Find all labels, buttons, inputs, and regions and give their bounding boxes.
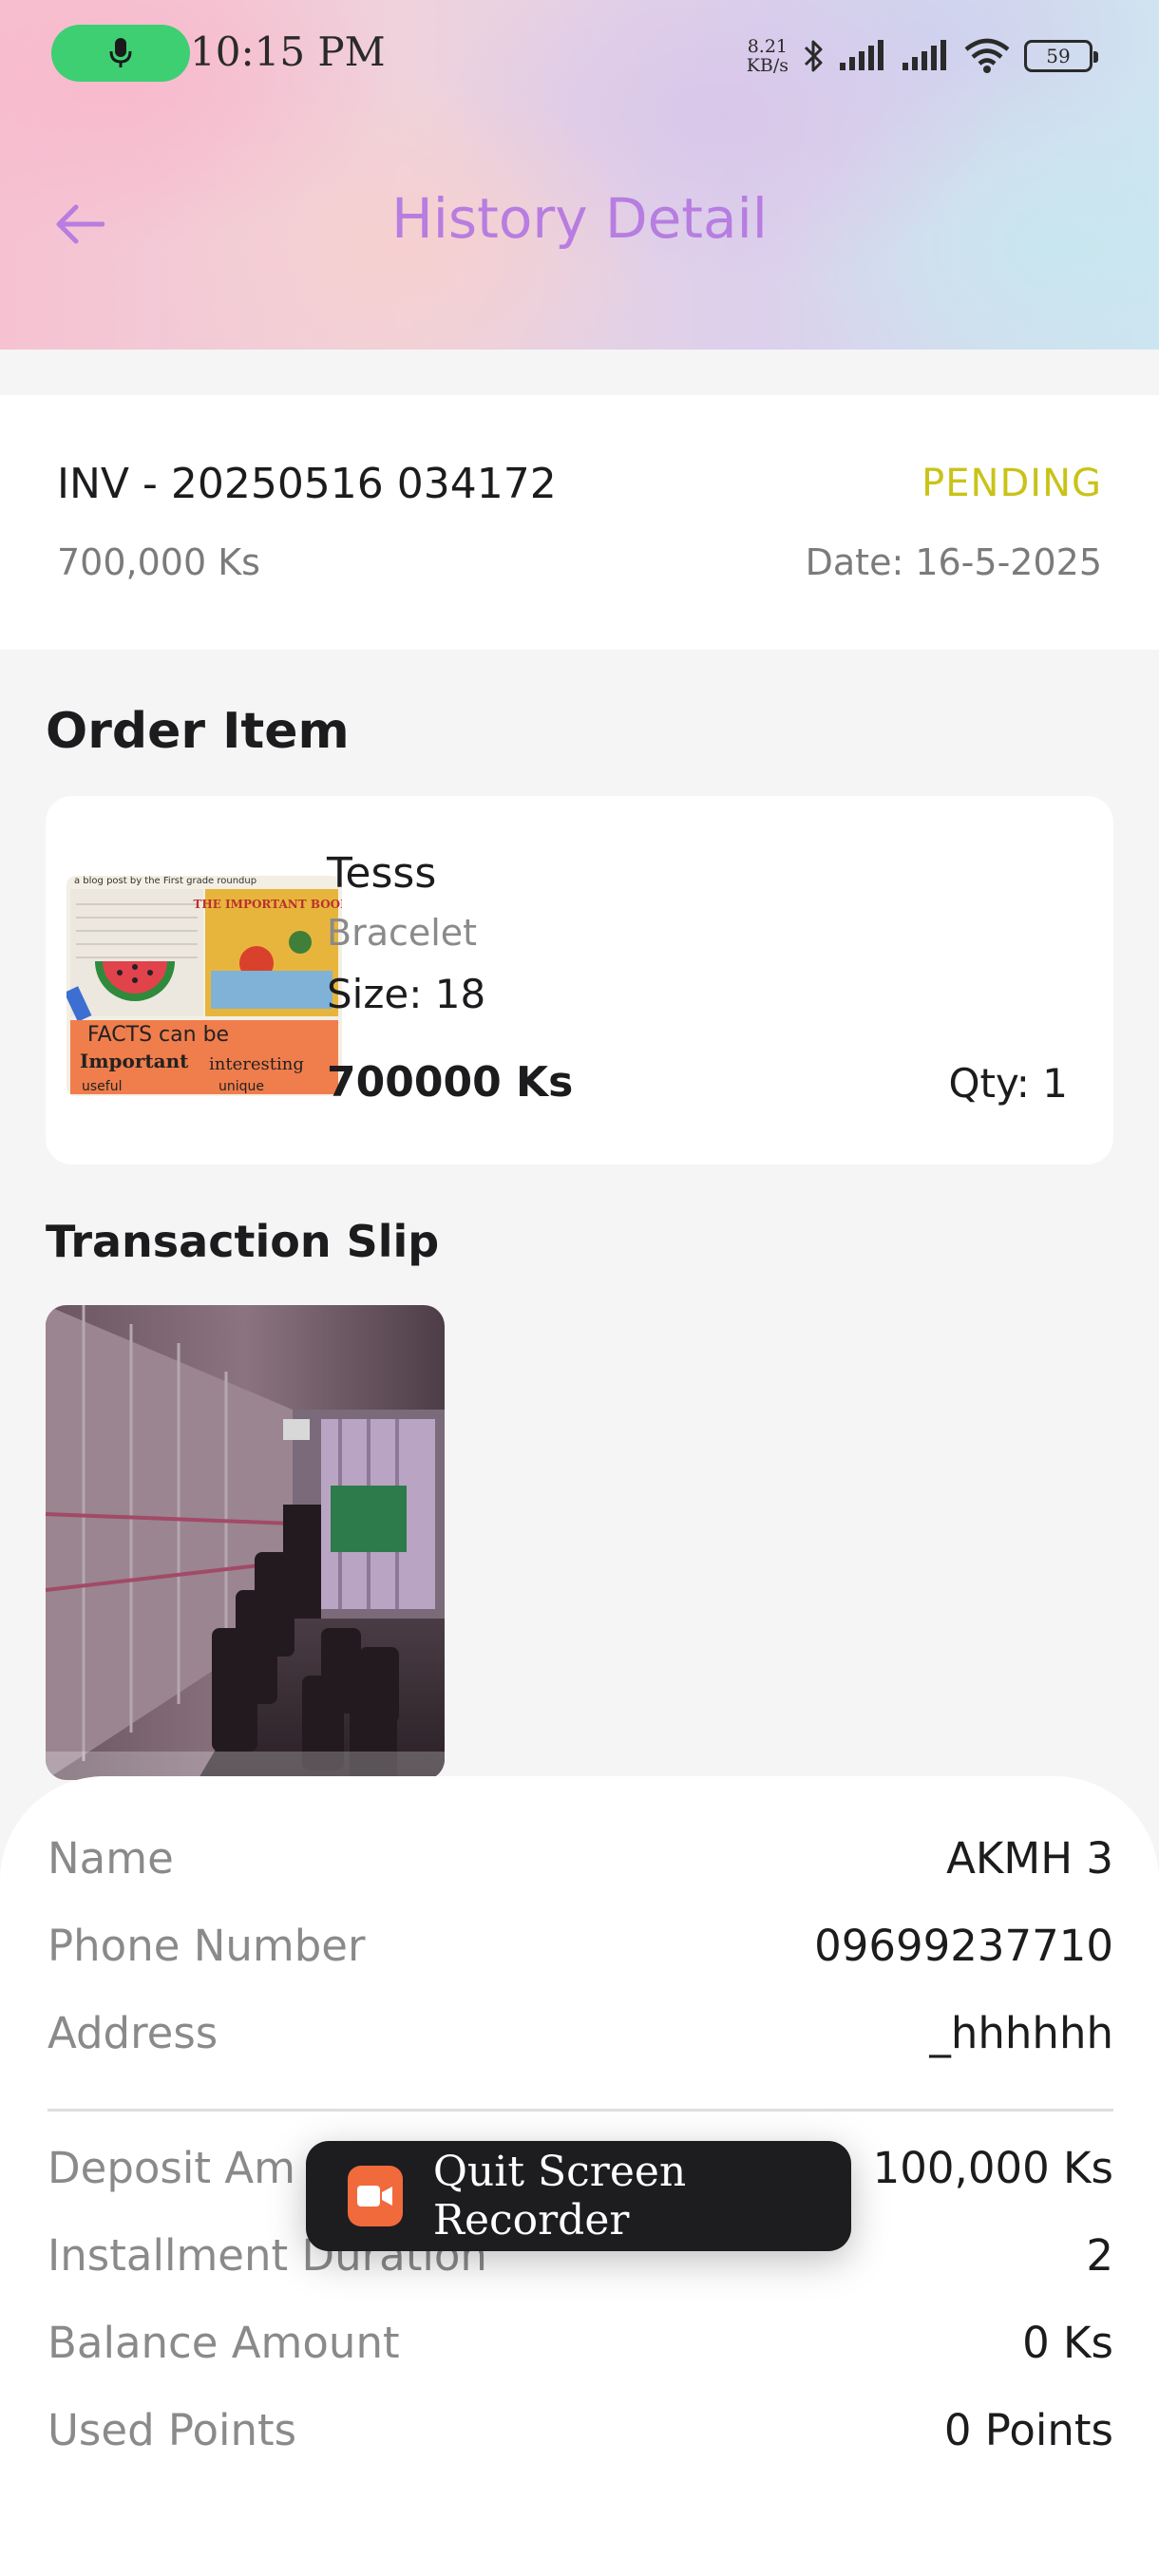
invoice-amount: 700,000 Ks: [57, 541, 260, 583]
balance-label: Balance Amount: [48, 2317, 400, 2368]
points-value: 0 Points: [943, 2404, 1113, 2455]
toast-label: Quit Screen Recorder: [432, 2148, 687, 2245]
item-size: Size: 18: [327, 971, 486, 1017]
item-name: Tesss: [327, 849, 437, 898]
detail-row-balance: Balance Amount 0 Ks: [48, 2314, 1113, 2371]
thumb-caption: a blog post by the First grade roundup: [74, 876, 256, 886]
status-bar: 10:15 PM 8.21 KB/s 59: [0, 0, 1159, 104]
phone-label: Phone Number: [48, 1920, 366, 1971]
transaction-slip-photo: [46, 1305, 445, 1780]
order-item-card[interactable]: a blog post by the First grade roundup T…: [46, 796, 1113, 1165]
installment-value: 2: [1086, 2229, 1113, 2281]
header: 10:15 PM 8.21 KB/s 59 History Detail: [0, 0, 1159, 350]
transaction-slip-image[interactable]: [46, 1305, 445, 1780]
thumb-text-2: Important: [80, 1050, 189, 1072]
video-camera-icon: [348, 2166, 403, 2226]
battery-icon: 59: [1024, 40, 1098, 72]
order-item-heading: Order Item: [46, 703, 350, 760]
detail-row-name: Name AKMH 3: [48, 1829, 1113, 1886]
product-image[interactable]: a blog post by the First grade roundup T…: [66, 876, 342, 1096]
name-label: Name: [48, 1832, 174, 1884]
transaction-slip-heading: Transaction Slip: [46, 1216, 440, 1267]
thumb-book-title: THE IMPORTANT BOOK: [193, 898, 342, 911]
invoice-date: Date: 16-5-2025: [805, 541, 1102, 583]
bluetooth-icon: [804, 40, 823, 72]
signal-icon: [840, 40, 884, 70]
address-value: _hhhhhh: [929, 2007, 1113, 2058]
detail-row-address: Address _hhhhhh: [48, 2004, 1113, 2061]
item-category: Bracelet: [327, 912, 478, 954]
quit-screen-recorder-button[interactable]: Quit Screen Recorder: [306, 2141, 851, 2251]
balance-value: 0 Ks: [1022, 2317, 1113, 2368]
deposit-value: 100,000 Ks: [872, 2142, 1113, 2193]
status-icons: 8.21 KB/s 59: [746, 32, 1098, 80]
invoice-summary: INV - 20250516 034172 PENDING 700,000 Ks…: [0, 395, 1159, 650]
item-price: 700000 Ks: [327, 1058, 574, 1107]
points-label: Used Points: [48, 2404, 297, 2455]
thumb-text-3: interesting: [209, 1054, 304, 1074]
name-value: AKMH 3: [946, 1832, 1113, 1884]
detail-row-phone: Phone Number 09699237710: [48, 1917, 1113, 1974]
detail-row-points: Used Points 0 Points: [48, 2401, 1113, 2458]
mic-icon: [109, 38, 132, 67]
invoice-number: INV - 20250516 034172: [57, 460, 557, 508]
phone-value: 09699237710: [814, 1920, 1113, 1971]
product-image-graphic: a blog post by the First grade roundup T…: [66, 876, 342, 1096]
status-badge: PENDING: [922, 462, 1102, 505]
address-label: Address: [48, 2007, 218, 2058]
page-title: History Detail: [391, 186, 768, 251]
item-quantity: Qty: 1: [948, 1060, 1068, 1107]
thumb-text-1: FACTS can be: [87, 1023, 229, 1047]
mic-indicator[interactable]: [51, 25, 190, 82]
network-speed: 8.21 KB/s: [746, 36, 788, 76]
status-time: 10:15 PM: [190, 28, 386, 75]
deposit-label: Deposit Am: [48, 2142, 295, 2193]
divider: [48, 2109, 1113, 2112]
signal-icon: [902, 40, 946, 70]
thumb-text-4: useful: [82, 1079, 122, 1094]
thumb-text-5: unique: [218, 1079, 264, 1094]
wifi-icon: [964, 38, 1010, 73]
